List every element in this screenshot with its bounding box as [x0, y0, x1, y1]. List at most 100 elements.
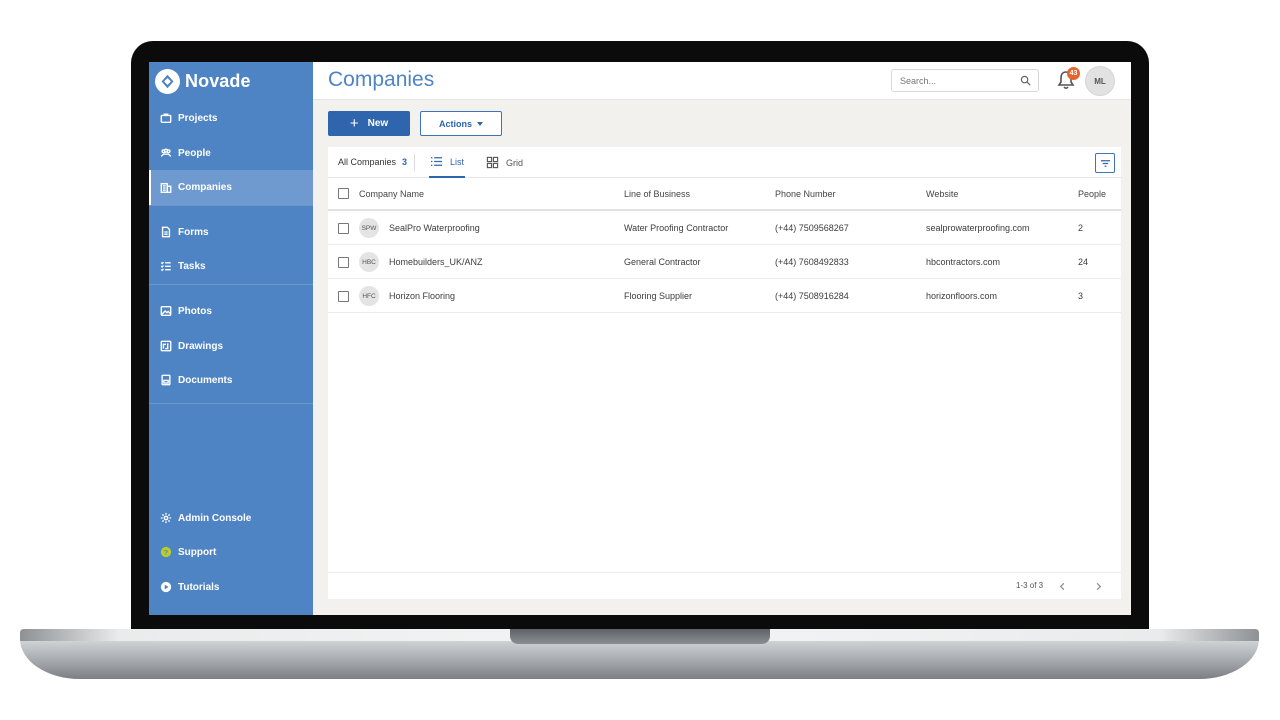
sidebar-item-label: Documents [178, 374, 233, 386]
sidebar-item-photos[interactable]: Photos [149, 294, 313, 328]
sidebar-item-support[interactable]: ? Support [149, 535, 313, 569]
company-avatar: SPW [359, 218, 379, 238]
select-all-checkbox[interactable] [338, 188, 349, 199]
line-of-business: Water Proofing Contractor [624, 223, 729, 233]
line-of-business: Flooring Supplier [624, 291, 693, 301]
sidebar-item-companies[interactable]: Companies [149, 170, 313, 205]
tab-grid-label: Grid [506, 157, 524, 168]
phone-number: (+44) 7508916284 [775, 291, 849, 301]
top-header: Companies 43 ML [313, 62, 1131, 100]
row-checkbox[interactable] [338, 223, 349, 234]
row-checkbox[interactable] [338, 291, 349, 302]
user-avatar[interactable]: ML [1085, 66, 1115, 96]
form-icon [159, 226, 172, 239]
document-icon [159, 374, 172, 387]
company-name[interactable]: Horizon Flooring [389, 291, 455, 301]
sidebar-item-forms[interactable]: Forms [149, 215, 313, 249]
sidebar-item-projects[interactable]: Projects [149, 101, 313, 135]
sidebar-item-label: Tutorials [178, 581, 220, 593]
website: sealprowaterproofing.com [926, 223, 1030, 233]
column-people[interactable]: People [1078, 178, 1106, 210]
sidebar-item-people[interactable]: People [149, 136, 313, 170]
phone-number: (+44) 7509568267 [775, 223, 849, 233]
app-screen: Novade Projects People Companies Forms T… [149, 62, 1131, 615]
sidebar-item-label: Drawings [178, 340, 224, 352]
line-of-business: General Contractor [624, 257, 701, 267]
table-header [328, 178, 1121, 211]
svg-text:?: ? [163, 550, 167, 557]
companies-card: All Companies 3 List Grid Company Name L… [328, 147, 1121, 599]
column-phone-number[interactable]: Phone Number [775, 178, 836, 210]
checklist-icon [159, 260, 172, 273]
table-row[interactable]: HFC Horizon Flooring Flooring Supplier (… [328, 279, 1121, 313]
filter-button[interactable] [1095, 153, 1115, 173]
search-input[interactable] [900, 73, 1015, 89]
table-row[interactable]: HBC Homebuilders_UK/ANZ General Contract… [328, 245, 1121, 279]
chevron-left-icon [1059, 582, 1064, 590]
sidebar-item-documents[interactable]: Documents [149, 363, 313, 397]
search-icon[interactable] [1020, 75, 1031, 86]
previous-page-button[interactable] [1054, 578, 1070, 594]
website: horizonfloors.com [926, 291, 998, 301]
companies-count: 3 [402, 157, 408, 167]
people-icon [159, 147, 172, 160]
pagination: 1-3 of 3 [328, 572, 1121, 599]
tab-list[interactable]: List [429, 147, 466, 178]
sidebar-item-label: Forms [178, 226, 209, 238]
column-line-of-business[interactable]: Line of Business [624, 178, 690, 210]
play-icon [159, 581, 172, 594]
actions-dropdown[interactable]: Actions [420, 111, 502, 136]
sidebar-item-label: Admin Console [178, 512, 252, 524]
brand[interactable]: Novade [155, 68, 251, 94]
tab-all-companies[interactable]: All Companies 3 [338, 157, 407, 167]
nav-divider [149, 284, 313, 285]
grid-icon [486, 156, 499, 169]
plus-icon: + [349, 114, 359, 132]
caret-down-icon [477, 121, 483, 126]
laptop-notch [510, 629, 770, 644]
sidebar-item-admin-console[interactable]: Admin Console [149, 501, 313, 535]
row-checkbox[interactable] [338, 257, 349, 268]
building-icon [159, 181, 172, 194]
new-button[interactable]: + New [328, 111, 410, 136]
sidebar-item-tutorials[interactable]: Tutorials [149, 570, 313, 604]
sidebar-item-label: Support [178, 546, 217, 558]
chevron-right-icon [1096, 582, 1101, 590]
table-row[interactable]: SPW SealPro Waterproofing Water Proofing… [328, 211, 1121, 245]
pagination-text: 1-3 of 3 [1016, 581, 1044, 590]
new-button-label: New [367, 118, 389, 129]
sidebar-item-drawings[interactable]: Drawings [149, 329, 313, 363]
company-avatar: HFC [359, 286, 379, 306]
tab-list-label: List [450, 156, 465, 167]
filter-icon [1100, 159, 1110, 167]
people-count: 2 [1078, 223, 1084, 233]
novade-logo-icon [155, 68, 180, 94]
column-website[interactable]: Website [926, 178, 958, 210]
company-avatar: HBC [359, 252, 379, 272]
nav-divider [149, 403, 313, 404]
sidebar-item-label: Companies [178, 182, 232, 193]
drawing-icon [159, 340, 172, 353]
sidebar-item-label: People [178, 147, 211, 159]
website: hbcontractors.com [926, 257, 1001, 267]
help-icon: ? [159, 546, 172, 559]
tab-all-label: All Companies [338, 157, 397, 167]
people-count: 24 [1078, 257, 1089, 267]
phone-number: (+44) 7608492833 [775, 257, 849, 267]
brand-name: Novade [185, 70, 251, 91]
notifications-button[interactable]: 43 [1057, 67, 1080, 92]
notification-badge: 43 [1067, 67, 1080, 80]
sidebar-item-label: Tasks [178, 260, 206, 272]
tab-divider [414, 154, 415, 171]
company-name[interactable]: Homebuilders_UK/ANZ [389, 257, 483, 267]
view-tabs: All Companies 3 List Grid [328, 147, 1121, 178]
next-page-button[interactable] [1090, 578, 1106, 594]
gear-icon [159, 512, 172, 525]
tab-grid[interactable]: Grid [486, 147, 523, 178]
search-box[interactable] [891, 69, 1039, 92]
company-name[interactable]: SealPro Waterproofing [389, 223, 480, 233]
photo-icon [159, 305, 172, 318]
sidebar: Novade Projects People Companies Forms T… [149, 62, 313, 615]
column-company-name[interactable]: Company Name [359, 178, 424, 210]
sidebar-item-tasks[interactable]: Tasks [149, 249, 313, 283]
